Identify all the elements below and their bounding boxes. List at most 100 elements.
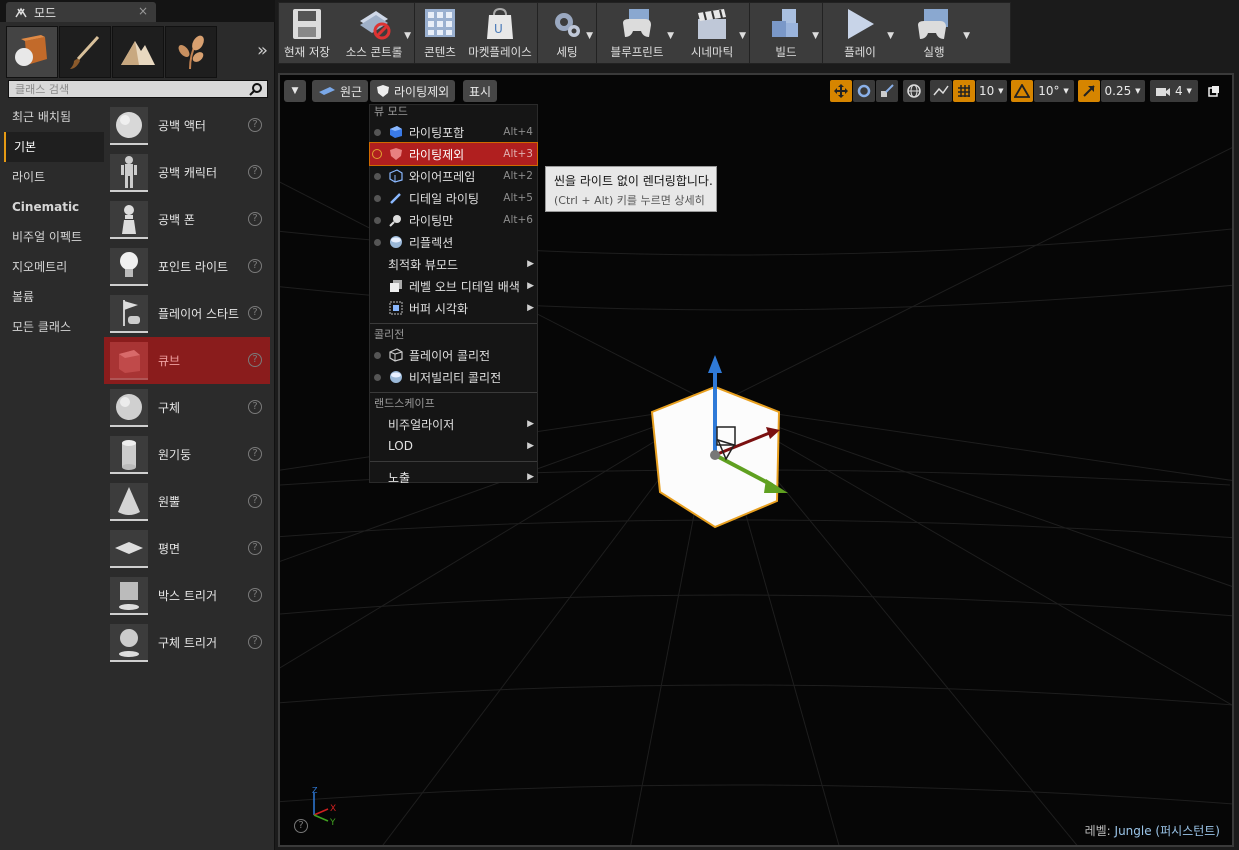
view-mode-button[interactable]: 라이팅제외 xyxy=(370,80,456,102)
chevron-down-icon[interactable]: ▼ xyxy=(963,31,970,41)
asset-item-sphere[interactable]: 구체 ? xyxy=(104,384,270,431)
cinematic-button[interactable]: 시네마틱 ▼ xyxy=(676,3,748,63)
rotation-snap-value[interactable]: 10° ▼ xyxy=(1033,80,1074,102)
build-button[interactable]: 빌드 ▼ xyxy=(751,3,821,63)
help-icon[interactable]: ? xyxy=(248,165,262,179)
help-icon[interactable]: ? xyxy=(248,400,262,414)
asset-item-cylinder[interactable]: 원기둥 ? xyxy=(104,431,270,478)
menu-item-exposure[interactable]: 노출 ▶ xyxy=(370,466,537,488)
launch-button[interactable]: 실행 ▼ xyxy=(896,3,972,63)
chevron-down-icon[interactable]: ▼ xyxy=(667,31,674,41)
help-icon[interactable]: ? xyxy=(248,118,262,132)
foliage-mode-button[interactable] xyxy=(165,26,217,78)
grid-snap-value[interactable]: 10 ▼ xyxy=(976,80,1007,102)
asset-item-empty-actor[interactable]: 공백 액터 ? xyxy=(104,102,270,149)
menu-item-lod[interactable]: LOD ▶ xyxy=(370,435,537,457)
category-lights[interactable]: 라이트 xyxy=(4,162,104,192)
help-icon[interactable]: ? xyxy=(248,447,262,461)
rotation-snap-label: 10° xyxy=(1038,84,1060,98)
category-cinematic[interactable]: Cinematic xyxy=(4,192,104,222)
menu-item-optimization-viewmodes[interactable]: 최적화 뷰모드 ▶ xyxy=(370,253,537,275)
menu-item-unlit[interactable]: 라이팅제외 Alt+3 xyxy=(369,142,538,166)
menu-item-visibility-collision[interactable]: 비저빌리티 콜리전 xyxy=(370,366,537,388)
menu-item-player-collision[interactable]: 플레이어 콜리전 xyxy=(370,344,537,366)
menu-item-reflections[interactable]: 리플렉션 xyxy=(370,231,537,253)
chevron-down-icon[interactable]: ▼ xyxy=(887,31,894,41)
perspective-button[interactable]: 원근 xyxy=(312,80,369,102)
viewport-options-button[interactable]: ▼ xyxy=(284,80,306,102)
help-icon[interactable]: ? xyxy=(248,259,262,273)
asset-item-player-start[interactable]: 플레이어 스타트 ? xyxy=(104,290,270,337)
modes-tab[interactable]: 모드 × xyxy=(6,2,156,22)
settings-button[interactable]: 세팅 ▼ xyxy=(539,3,595,63)
chevron-down-icon[interactable]: ▼ xyxy=(739,31,746,41)
save-button[interactable]: 현재 저장 xyxy=(279,3,335,63)
asset-item-plane[interactable]: 평면 ? xyxy=(104,525,270,572)
source-control-button[interactable]: 소스 콘트롤 ▼ xyxy=(335,3,413,63)
help-icon[interactable]: ? xyxy=(248,353,262,367)
maximize-viewport-button[interactable] xyxy=(1203,80,1225,102)
scale-snap-value[interactable]: 0.25 ▼ xyxy=(1100,80,1145,102)
cylinder-thumbnail-icon xyxy=(110,435,148,474)
asset-item-box-trigger[interactable]: 박스 트리거 ? xyxy=(104,572,270,619)
paint-mode-button[interactable] xyxy=(59,26,111,78)
radio-selected-icon xyxy=(372,149,382,159)
lod-coloration-icon xyxy=(388,278,404,294)
translate-tool-button[interactable] xyxy=(830,80,852,102)
help-icon[interactable]: ? xyxy=(248,588,262,602)
category-all-classes[interactable]: 모든 클래스 xyxy=(4,312,104,342)
menu-item-lighting-only[interactable]: 라이팅만 Alt+6 xyxy=(370,209,537,231)
search-icon[interactable] xyxy=(249,82,263,96)
category-basic[interactable]: 기본 xyxy=(4,132,104,162)
asset-item-point-light[interactable]: 포인트 라이트 ? xyxy=(104,243,270,290)
scale-snap-toggle[interactable] xyxy=(1077,80,1100,102)
category-recent[interactable]: 최근 배치됨 xyxy=(4,102,104,132)
chevron-down-icon[interactable]: ▼ xyxy=(404,31,411,41)
menu-item-lod-coloration[interactable]: 레벨 오브 디테일 배색 ▶ xyxy=(370,275,537,297)
wireframe-cube-icon xyxy=(388,168,404,184)
play-button[interactable]: 플레이 ▼ xyxy=(824,3,896,63)
content-button[interactable]: 콘텐츠 xyxy=(416,3,464,63)
asset-item-cone[interactable]: 원뿔 ? xyxy=(104,478,270,525)
rotation-snap-toggle[interactable] xyxy=(1010,80,1033,102)
asset-item-sphere-trigger[interactable]: 구체 트리거 ? xyxy=(104,619,270,666)
place-mode-button[interactable] xyxy=(6,26,58,78)
chevron-down-icon: ▼ xyxy=(291,86,299,96)
class-search-input[interactable] xyxy=(15,82,245,96)
class-search[interactable] xyxy=(8,80,268,98)
help-icon[interactable]: ? xyxy=(248,494,262,508)
chevron-down-icon[interactable]: ▼ xyxy=(586,31,593,41)
close-icon[interactable]: × xyxy=(138,4,148,18)
rotate-tool-button[interactable] xyxy=(853,80,875,102)
surface-snap-button[interactable] xyxy=(930,80,952,102)
category-geometry[interactable]: 지오메트리 xyxy=(4,252,104,282)
help-icon[interactable]: ? xyxy=(248,541,262,555)
help-icon[interactable]: ? xyxy=(248,306,262,320)
asset-item-empty-pawn[interactable]: 공백 폰 ? xyxy=(104,196,270,243)
help-icon[interactable]: ? xyxy=(248,635,262,649)
scale-tool-button[interactable] xyxy=(876,80,898,102)
grid-snap-toggle[interactable] xyxy=(953,80,975,102)
menu-item-wireframe[interactable]: 와이어프레임 Alt+2 xyxy=(370,165,537,187)
menu-item-label: 비주얼라이저 xyxy=(388,417,455,432)
landscape-mode-button[interactable] xyxy=(112,26,164,78)
blueprint-button[interactable]: 블루프린트 ▼ xyxy=(598,3,676,63)
asset-item-cube[interactable]: 큐브 ? xyxy=(104,337,270,384)
show-label: 표시 xyxy=(469,84,492,99)
menu-item-lit[interactable]: 라이팅포함 Alt+4 xyxy=(370,121,537,143)
menu-item-buffer-visualization[interactable]: 버퍼 시각화 ▶ xyxy=(370,297,537,319)
category-volumes[interactable]: 볼륨 xyxy=(4,282,104,312)
camera-speed-button[interactable]: 4 ▼ xyxy=(1149,80,1198,102)
asset-item-empty-character[interactable]: 공백 캐릭터 ? xyxy=(104,149,270,196)
help-icon[interactable]: ? xyxy=(294,819,308,833)
expand-modes-icon[interactable]: » xyxy=(257,40,268,61)
category-visual-effects[interactable]: 비주얼 이펙트 xyxy=(4,222,104,252)
show-button[interactable]: 표시 xyxy=(463,80,498,102)
chevron-down-icon[interactable]: ▼ xyxy=(812,31,819,41)
world-space-button[interactable] xyxy=(903,80,925,102)
marketplace-button[interactable]: U 마켓플레이스 xyxy=(464,3,536,63)
reflection-sphere-icon xyxy=(388,234,404,250)
menu-item-visualizers[interactable]: 비주얼라이저 ▶ xyxy=(370,413,537,435)
menu-item-detail-lighting[interactable]: 디테일 라이팅 Alt+5 xyxy=(370,187,537,209)
help-icon[interactable]: ? xyxy=(248,212,262,226)
